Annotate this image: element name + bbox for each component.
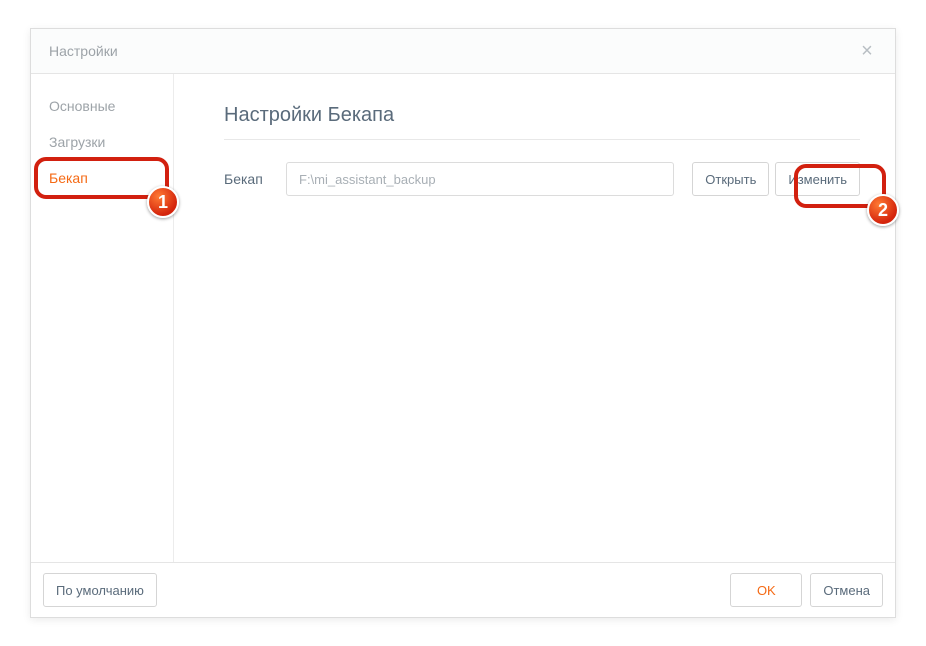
ok-button[interactable]: OK: [730, 573, 802, 607]
footer: По умолчанию OK Отмена: [31, 562, 895, 617]
backup-buttons: Открыть Изменить: [692, 162, 860, 196]
sidebar-item-downloads[interactable]: Загрузки: [31, 124, 173, 160]
sidebar-item-label: Бекап: [49, 170, 88, 186]
sidebar-item-label: Загрузки: [49, 134, 105, 150]
sidebar: Основные Загрузки Бекап: [31, 74, 174, 562]
backup-label: Бекап: [224, 171, 268, 187]
default-button[interactable]: По умолчанию: [43, 573, 157, 607]
sidebar-item-general[interactable]: Основные: [31, 88, 173, 124]
cancel-button[interactable]: Отмена: [810, 573, 883, 607]
titlebar: Настройки ×: [31, 29, 895, 74]
sidebar-item-backup[interactable]: Бекап: [31, 160, 173, 196]
content-panel: Настройки Бекапа Бекап Открыть Изменить: [174, 74, 895, 562]
content-heading: Настройки Бекапа: [224, 104, 860, 127]
sidebar-item-label: Основные: [49, 98, 115, 114]
settings-window: Настройки × Основные Загрузки Бекап Наст…: [30, 28, 896, 618]
close-icon[interactable]: ×: [857, 41, 877, 61]
backup-path-input[interactable]: [286, 162, 674, 196]
open-button[interactable]: Открыть: [692, 162, 769, 196]
divider: [224, 139, 860, 140]
backup-row: Бекап Открыть Изменить: [224, 162, 860, 196]
window-body: Основные Загрузки Бекап Настройки Бекапа…: [31, 74, 895, 562]
change-button[interactable]: Изменить: [775, 162, 860, 196]
window-title: Настройки: [49, 43, 857, 59]
